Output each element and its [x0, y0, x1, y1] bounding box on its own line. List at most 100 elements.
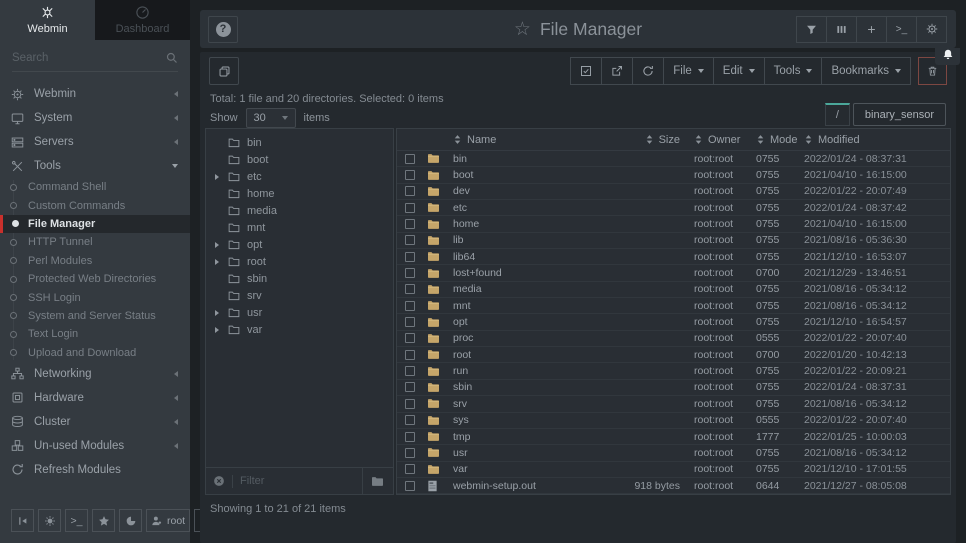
- table-row[interactable]: home root:root 0755 2021/04/10 - 16:15:0…: [397, 216, 950, 232]
- row-checkbox[interactable]: [405, 481, 415, 491]
- tree-item[interactable]: var: [206, 321, 393, 338]
- table-row[interactable]: root root:root 0700 2022/01/20 - 10:42:1…: [397, 347, 950, 363]
- table-row[interactable]: webmin-setup.out 918 bytes root:root 064…: [397, 478, 950, 494]
- expand-caret-icon[interactable]: [215, 174, 221, 180]
- add-button[interactable]: +: [856, 16, 887, 43]
- row-checkbox[interactable]: [405, 317, 415, 327]
- tree-folder-button[interactable]: [362, 468, 386, 494]
- table-row[interactable]: boot root:root 0755 2021/04/10 - 16:15:0…: [397, 167, 950, 183]
- row-checkbox[interactable]: [405, 333, 415, 343]
- breadcrumb-current[interactable]: binary_sensor: [853, 103, 946, 126]
- column-header-mode[interactable]: Mode: [756, 134, 804, 146]
- file-menu-button[interactable]: File: [663, 57, 714, 85]
- shell-button[interactable]: >_: [886, 16, 917, 43]
- table-row[interactable]: opt root:root 0755 2021/12/10 - 16:54:57: [397, 314, 950, 330]
- tree-item[interactable]: home: [206, 185, 393, 202]
- tree-item[interactable]: media: [206, 202, 393, 219]
- search-input[interactable]: [12, 52, 166, 64]
- terminal-button[interactable]: >_: [65, 509, 88, 532]
- table-row[interactable]: srv root:root 0755 2021/08/16 - 05:34:12: [397, 396, 950, 412]
- row-checkbox[interactable]: [405, 268, 415, 278]
- sidebar-item-unused-modules[interactable]: Un-used Modules: [0, 434, 190, 458]
- sidebar-item-webmin[interactable]: Webmin: [0, 82, 190, 106]
- copy-path-button[interactable]: [209, 57, 239, 85]
- export-button[interactable]: [601, 57, 633, 85]
- table-row[interactable]: proc root:root 0555 2022/01/22 - 20:07:4…: [397, 331, 950, 347]
- tab-webmin[interactable]: Webmin: [0, 0, 95, 40]
- table-row[interactable]: bin root:root 0755 2022/01/24 - 08:37:31: [397, 151, 950, 167]
- row-checkbox[interactable]: [405, 464, 415, 474]
- tools-menu-button[interactable]: Tools: [764, 57, 823, 85]
- row-checkbox[interactable]: [405, 301, 415, 311]
- row-checkbox[interactable]: [405, 350, 415, 360]
- per-page-select[interactable]: 30: [246, 108, 296, 128]
- submenu-item[interactable]: Custom Commands: [0, 196, 190, 214]
- column-header-size[interactable]: Size: [602, 134, 694, 146]
- sidebar-item-cluster[interactable]: Cluster: [0, 410, 190, 434]
- favorites-star-button[interactable]: [92, 509, 115, 532]
- columns-button[interactable]: [826, 16, 857, 43]
- select-all-button[interactable]: [570, 57, 602, 85]
- sidebar-item-system[interactable]: System: [0, 106, 190, 130]
- tree-item[interactable]: usr: [206, 304, 393, 321]
- table-row[interactable]: run root:root 0755 2022/01/22 - 20:09:21: [397, 363, 950, 379]
- column-header-owner[interactable]: Owner: [694, 134, 756, 146]
- row-checkbox[interactable]: [405, 235, 415, 245]
- table-row[interactable]: lib64 root:root 0755 2021/12/10 - 16:53:…: [397, 249, 950, 265]
- table-row[interactable]: mnt root:root 0755 2021/08/16 - 05:34:12: [397, 298, 950, 314]
- settings-button[interactable]: [916, 16, 947, 43]
- tree-item[interactable]: bin: [206, 134, 393, 151]
- row-checkbox[interactable]: [405, 284, 415, 294]
- clear-filter-icon[interactable]: [213, 475, 225, 487]
- row-checkbox[interactable]: [405, 448, 415, 458]
- table-row[interactable]: var root:root 0755 2021/12/10 - 17:01:55: [397, 462, 950, 478]
- tree-item[interactable]: sbin: [206, 270, 393, 287]
- submenu-item[interactable]: Command Shell: [0, 178, 190, 196]
- submenu-item[interactable]: SSH Login: [0, 288, 190, 306]
- row-checkbox[interactable]: [405, 432, 415, 442]
- table-row[interactable]: sbin root:root 0755 2022/01/24 - 08:37:3…: [397, 380, 950, 396]
- refresh-button[interactable]: [632, 57, 664, 85]
- table-row[interactable]: etc root:root 0755 2022/01/24 - 08:37:42: [397, 200, 950, 216]
- column-header-modified[interactable]: Modified: [804, 134, 950, 146]
- filter-input[interactable]: [240, 475, 355, 487]
- edit-menu-button[interactable]: Edit: [713, 57, 765, 85]
- expand-caret-icon[interactable]: [215, 327, 221, 333]
- table-row[interactable]: lost+found root:root 0700 2021/12/29 - 1…: [397, 265, 950, 281]
- table-row[interactable]: dev root:root 0755 2022/01/22 - 20:07:49: [397, 184, 950, 200]
- row-checkbox[interactable]: [405, 219, 415, 229]
- sidebar-item-servers[interactable]: Servers: [0, 130, 190, 154]
- submenu-item[interactable]: File Manager: [0, 215, 190, 233]
- sidebar-item-refresh-modules[interactable]: Refresh Modules: [0, 458, 190, 482]
- notifications-tab[interactable]: [935, 48, 960, 65]
- row-checkbox[interactable]: [405, 366, 415, 376]
- submenu-item[interactable]: HTTP Tunnel: [0, 233, 190, 251]
- table-row[interactable]: sys root:root 0555 2022/01/22 - 20:07:40: [397, 413, 950, 429]
- sidebar-item-tools[interactable]: Tools: [0, 154, 190, 178]
- expand-caret-icon[interactable]: [215, 310, 221, 316]
- table-row[interactable]: tmp root:root 1777 2022/01/25 - 10:00:03: [397, 429, 950, 445]
- sidebar-item-networking[interactable]: Networking: [0, 362, 190, 386]
- column-header-name[interactable]: Name: [453, 134, 602, 146]
- row-checkbox[interactable]: [405, 399, 415, 409]
- row-checkbox[interactable]: [405, 415, 415, 425]
- submenu-item[interactable]: Upload and Download: [0, 344, 190, 362]
- collapse-sidebar-button[interactable]: [11, 509, 34, 532]
- row-checkbox[interactable]: [405, 382, 415, 392]
- user-button[interactable]: root: [146, 509, 190, 532]
- row-checkbox[interactable]: [405, 154, 415, 164]
- bookmarks-menu-button[interactable]: Bookmarks: [821, 57, 911, 85]
- tree-item[interactable]: etc: [206, 168, 393, 185]
- table-row[interactable]: lib root:root 0755 2021/08/16 - 05:36:30: [397, 233, 950, 249]
- expand-caret-icon[interactable]: [215, 259, 221, 265]
- submenu-item[interactable]: System and Server Status: [0, 307, 190, 325]
- tree-item[interactable]: root: [206, 253, 393, 270]
- help-button[interactable]: ?: [208, 16, 238, 43]
- breadcrumb-root[interactable]: /: [825, 103, 850, 126]
- tree-item[interactable]: mnt: [206, 219, 393, 236]
- submenu-item[interactable]: Text Login: [0, 325, 190, 343]
- table-row[interactable]: media root:root 0755 2021/08/16 - 05:34:…: [397, 282, 950, 298]
- row-checkbox[interactable]: [405, 252, 415, 262]
- tree-item[interactable]: boot: [206, 151, 393, 168]
- tree-item[interactable]: opt: [206, 236, 393, 253]
